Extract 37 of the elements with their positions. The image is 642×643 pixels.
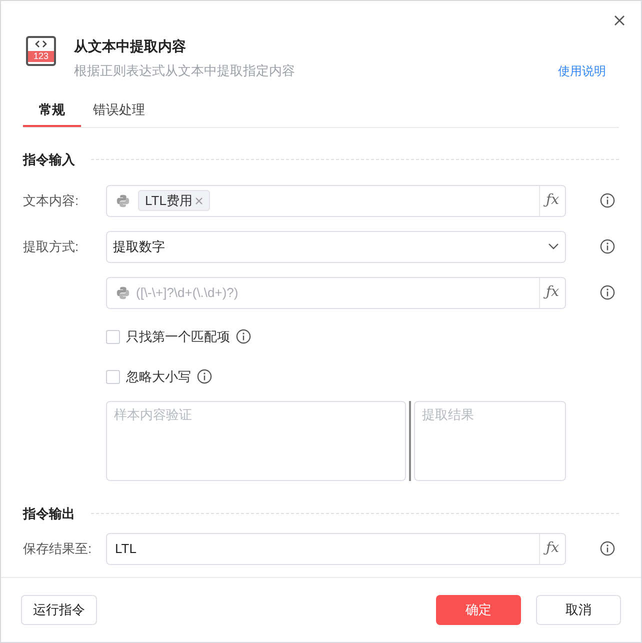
checkbox[interactable] — [106, 370, 120, 384]
dialog-subtitle: 根据正则表达式从文本中提取指定内容 — [74, 62, 295, 80]
confirm-button[interactable]: 确定 — [436, 595, 521, 625]
python-icon — [116, 194, 130, 208]
output-variable-field[interactable]: LTL ƒx — [106, 532, 566, 564]
field-label: 提取方式: — [23, 238, 79, 254]
chevron-down-icon — [548, 243, 559, 250]
checkbox-label: 只找第一个匹配项 — [126, 328, 230, 346]
extract-icon: 123 — [26, 36, 56, 66]
info-icon — [600, 193, 615, 208]
regex-input-field[interactable]: ([\-\+]?\d+(\.\d+)?) ƒx — [106, 276, 566, 308]
info-icon — [600, 541, 615, 556]
field-label: 文本内容: — [23, 192, 79, 208]
dialog-title: 从文本中提取内容 — [74, 37, 187, 56]
info-icon — [197, 369, 212, 384]
method-dropdown[interactable]: 提取数字 — [106, 230, 566, 262]
tab[interactable]: 错误处理 — [81, 94, 157, 126]
formula-button[interactable]: ƒx — [539, 278, 565, 308]
info-icon — [236, 329, 251, 344]
text-input-field[interactable]: LTL费用 ƒx — [106, 184, 566, 216]
field-label: 保存结果至: — [23, 540, 92, 556]
checkbox[interactable] — [106, 330, 120, 344]
cancel-button[interactable]: 取消 — [536, 595, 621, 625]
run-button[interactable]: 运行指令 — [21, 595, 97, 625]
formula-button[interactable]: ƒx — [539, 534, 565, 564]
info-icon — [600, 239, 615, 254]
checkbox-label: 忽略大小写 — [126, 368, 191, 386]
section-heading: 指令输入 — [23, 150, 75, 169]
variable-tag: LTL费用 — [138, 190, 210, 211]
info-icon — [600, 285, 615, 300]
help-link[interactable]: 使用说明 — [558, 62, 606, 80]
remove-icon[interactable] — [195, 196, 204, 204]
section-heading: 指令输出 — [23, 504, 75, 523]
formula-button[interactable]: ƒx — [539, 186, 565, 216]
tab[interactable]: 常规 — [23, 94, 81, 126]
python-icon — [116, 286, 130, 300]
close-icon[interactable] — [614, 15, 625, 26]
